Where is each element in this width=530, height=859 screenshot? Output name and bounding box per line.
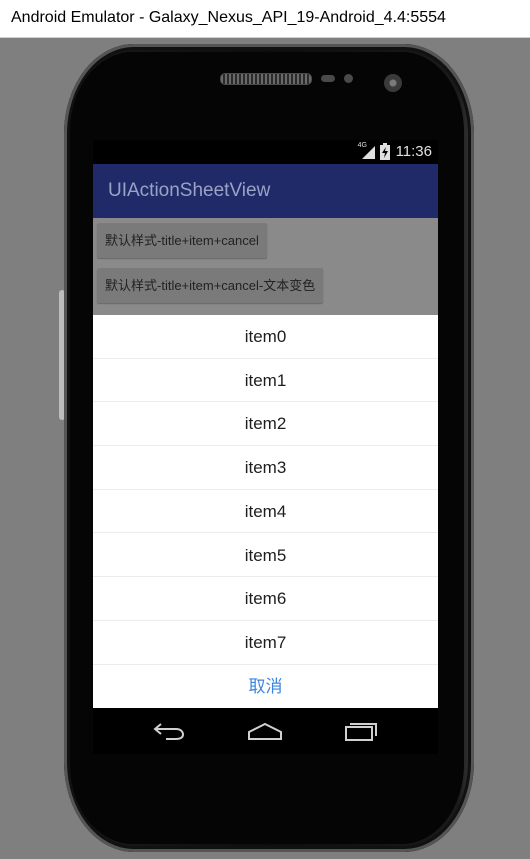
recent-apps-icon: [345, 723, 377, 741]
status-bar: 4G 11:36: [93, 140, 438, 164]
sheet-cancel-button[interactable]: 取消: [93, 665, 438, 708]
sheet-item-0[interactable]: item0: [93, 315, 438, 359]
proximity-sensor: [321, 75, 335, 82]
back-icon: [153, 723, 185, 740]
sheet-item-7[interactable]: item7: [93, 621, 438, 665]
home-icon: [248, 722, 282, 740]
sheet-item-3[interactable]: item3: [93, 446, 438, 490]
home-button[interactable]: [245, 718, 285, 744]
sheet-item-4[interactable]: item4: [93, 490, 438, 534]
light-sensor: [344, 74, 353, 83]
recent-apps-button[interactable]: [341, 718, 381, 744]
sheet-item-1[interactable]: item1: [93, 359, 438, 403]
window-titlebar: Android Emulator - Galaxy_Nexus_API_19-A…: [0, 0, 530, 38]
sheet-item-5[interactable]: item5: [93, 534, 438, 578]
window-title: Android Emulator - Galaxy_Nexus_API_19-A…: [11, 9, 446, 26]
content-area: 默认样式-title+item+cancel 默认样式-title+item+c…: [93, 218, 438, 318]
status-icons: 4G 11:36: [358, 142, 432, 160]
navigation-bar: [93, 708, 438, 754]
action-bar-title: UIActionSheetView: [108, 180, 271, 201]
action-bar: UIActionSheetView: [93, 164, 438, 218]
sheet-item-2[interactable]: item2: [93, 402, 438, 447]
signal-icon: 4G: [358, 142, 376, 160]
default-style-color-button[interactable]: 默认样式-title+item+cancel-文本变色: [97, 268, 324, 303]
speaker-grille: [220, 73, 312, 85]
sheet-item-6[interactable]: item6: [93, 577, 438, 621]
device-screen: 4G 11:36 UIActionSheetView 默认样式-title+it…: [93, 140, 438, 708]
battery-charging-icon: [379, 143, 390, 160]
back-button[interactable]: [149, 718, 189, 744]
status-time: 11:36: [395, 143, 432, 160]
front-camera-icon: [384, 74, 402, 92]
default-style-button[interactable]: 默认样式-title+item+cancel: [97, 223, 267, 258]
action-sheet: item0 item1 item2 item3 item4 item5 item…: [93, 315, 438, 708]
